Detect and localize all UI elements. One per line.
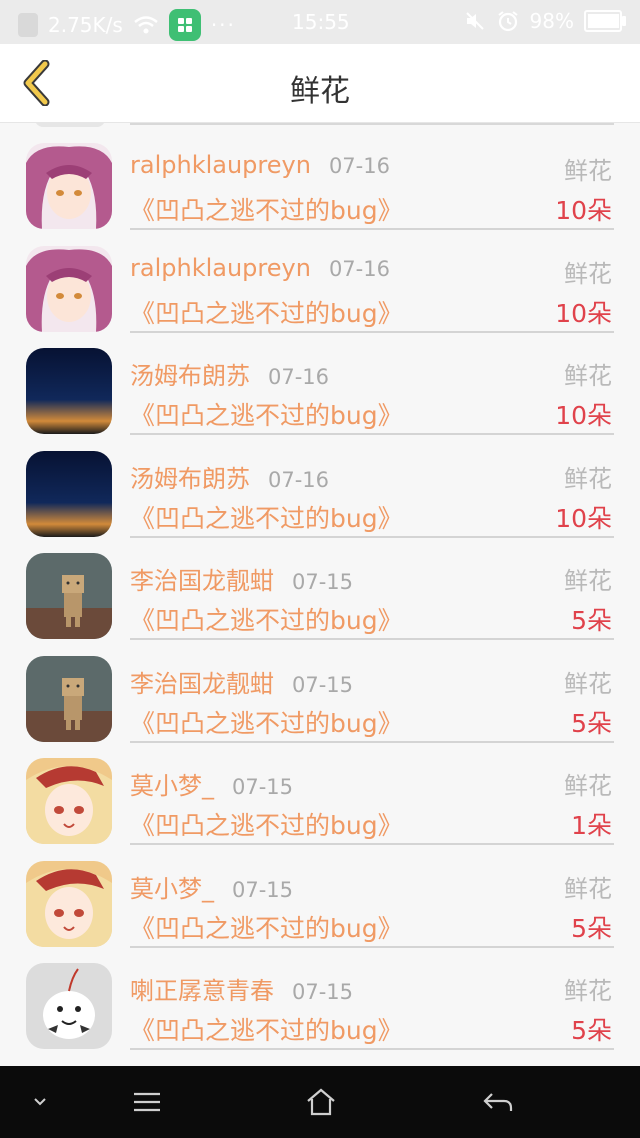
user-meta: ralphklaupreyn 07-16 bbox=[130, 254, 390, 282]
user-meta: 汤姆布朗苏 07-16 bbox=[130, 459, 329, 494]
flower-record-list[interactable]: ralphklaupreyn 07-16 鲜花 《凹凸之逃不过的bug》 10朵 … bbox=[0, 123, 640, 1066]
gift-count: 10朵 bbox=[555, 503, 612, 533]
battery-percent: 98% bbox=[529, 9, 574, 33]
user-avatar bbox=[26, 245, 112, 332]
list-item[interactable]: 李治国龙靓蚶 07-15 鲜花 《凹凸之逃不过的bug》 5朵 bbox=[0, 533, 640, 640]
menu-button[interactable] bbox=[127, 1084, 167, 1120]
user-meta: 李治国龙靓蚶 07-15 bbox=[130, 561, 353, 596]
username[interactable]: 莫小梦_ bbox=[130, 875, 214, 903]
gift-count: 5朵 bbox=[571, 606, 612, 635]
back-nav-button[interactable] bbox=[478, 1084, 518, 1120]
gift-count: 5朵 bbox=[571, 708, 612, 738]
gift-count: 5朵 bbox=[571, 913, 612, 943]
list-item[interactable]: 汤姆布朗苏 07-16 鲜花 《凹凸之逃不过的bug》 10朵 bbox=[0, 328, 640, 435]
gift-date: 07-15 bbox=[292, 570, 354, 594]
back-arrow-icon bbox=[483, 1093, 513, 1111]
user-meta: 莫小梦_ 07-15 bbox=[130, 869, 293, 904]
list-item[interactable]: 李治国龙靓蚶 07-15 鲜花 《凹凸之逃不过的bug》 5朵 bbox=[0, 636, 640, 743]
list-item[interactable]: ralphklaupreyn 07-16 鲜花 《凹凸之逃不过的bug》 10朵 bbox=[0, 123, 640, 230]
hide-nav-button[interactable] bbox=[20, 1084, 60, 1120]
book-title[interactable]: 《凹凸之逃不过的bug》 bbox=[130, 806, 403, 842]
user-avatar bbox=[26, 860, 112, 947]
user-meta: ralphklaupreyn 07-16 bbox=[130, 151, 390, 179]
app-notification-icon bbox=[168, 9, 201, 41]
network-speed: 2.75K/s bbox=[48, 13, 123, 37]
gift-type: 鲜花 bbox=[564, 259, 612, 288]
gift-date: 07-15 bbox=[292, 672, 354, 697]
user-meta: 汤姆布朗苏 07-16 bbox=[130, 356, 329, 391]
book-title[interactable]: 《凹凸之逃不过的bug》 bbox=[130, 704, 403, 740]
alarm-icon bbox=[497, 11, 518, 32]
status-bar: 2.75K/s ··· 15:55 98% bbox=[0, 0, 640, 44]
book-title[interactable]: 《凹凸之逃不过的bug》 bbox=[130, 191, 403, 227]
list-item[interactable]: 汤姆布朗苏 07-16 鲜花 《凹凸之逃不过的bug》 10朵 bbox=[0, 431, 640, 538]
user-avatar bbox=[26, 143, 112, 229]
mute-icon bbox=[465, 12, 484, 30]
user-meta: 喇正孱意青春 07-15 bbox=[130, 971, 353, 1006]
gift-count: 5朵 bbox=[571, 1016, 612, 1045]
book-title[interactable]: 《凹凸之逃不过的bug》 bbox=[130, 396, 403, 432]
username[interactable]: 喇正孱意青春 bbox=[130, 977, 274, 1005]
gift-date: 07-15 bbox=[292, 980, 354, 1004]
username[interactable]: 莫小梦_ bbox=[130, 772, 214, 800]
username[interactable]: 李治国龙靓蚶 bbox=[130, 670, 274, 698]
username[interactable]: 汤姆布朗苏 bbox=[130, 362, 250, 390]
gift-count: 10朵 bbox=[555, 196, 612, 225]
username[interactable]: 李治国龙靓蚶 bbox=[130, 567, 274, 595]
gift-type: 鲜花 bbox=[564, 362, 612, 390]
book-title[interactable]: 《凹凸之逃不过的bug》 bbox=[130, 1011, 403, 1047]
chevron-down-icon bbox=[34, 1098, 46, 1106]
sim-icon bbox=[18, 13, 38, 37]
user-meta: 莫小梦_ 07-15 bbox=[130, 766, 293, 801]
gift-type: 鲜花 bbox=[564, 157, 612, 185]
more-notifications-icon: ··· bbox=[210, 13, 236, 37]
page-title: 鲜花 bbox=[290, 74, 350, 109]
list-item[interactable]: 喇正孱意青春 07-15 鲜花 《凹凸之逃不过的bug》 5朵 bbox=[0, 943, 640, 1050]
gift-date: 07-15 bbox=[232, 877, 294, 902]
user-avatar bbox=[26, 553, 112, 639]
gift-date: 07-16 bbox=[268, 365, 330, 389]
gift-type: 鲜花 bbox=[564, 977, 612, 1005]
system-navigation-bar bbox=[0, 1066, 640, 1138]
gift-type: 鲜花 bbox=[564, 464, 612, 493]
home-button[interactable] bbox=[301, 1084, 341, 1120]
book-title[interactable]: 《凹凸之逃不过的bug》 bbox=[130, 294, 403, 330]
list-divider bbox=[130, 1048, 614, 1050]
status-time: 15:55 bbox=[292, 10, 350, 34]
app-header: 鲜花 bbox=[0, 44, 640, 123]
username[interactable]: ralphklaupreyn bbox=[130, 254, 311, 282]
username[interactable]: ralphklaupreyn bbox=[130, 151, 311, 179]
user-meta: 李治国龙靓蚶 07-15 bbox=[130, 664, 353, 699]
user-avatar bbox=[26, 450, 112, 537]
home-icon bbox=[307, 1088, 335, 1116]
list-item[interactable]: 莫小梦_ 07-15 鲜花 《凹凸之逃不过的bug》 1朵 bbox=[0, 738, 640, 845]
gift-count: 1朵 bbox=[571, 811, 612, 840]
battery-icon bbox=[584, 10, 626, 32]
book-title[interactable]: 《凹凸之逃不过的bug》 bbox=[130, 499, 403, 535]
gift-type: 鲜花 bbox=[564, 772, 612, 800]
menu-icon bbox=[134, 1092, 160, 1112]
status-bar-right: 98% bbox=[464, 9, 626, 33]
gift-count: 10朵 bbox=[555, 401, 612, 430]
status-bar-left: 2.75K/s ··· bbox=[18, 9, 236, 41]
user-avatar bbox=[26, 963, 112, 1049]
gift-type: 鲜花 bbox=[564, 874, 612, 903]
gift-type: 鲜花 bbox=[564, 669, 612, 698]
username[interactable]: 汤姆布朗苏 bbox=[130, 465, 250, 493]
user-avatar bbox=[26, 655, 112, 742]
wifi-icon bbox=[134, 16, 158, 34]
gift-count: 10朵 bbox=[555, 298, 612, 328]
list-item[interactable]: ralphklaupreyn 07-16 鲜花 《凹凸之逃不过的bug》 10朵 bbox=[0, 226, 640, 333]
gift-date: 07-16 bbox=[268, 467, 330, 492]
gift-type: 鲜花 bbox=[564, 567, 612, 595]
list-item[interactable]: 莫小梦_ 07-15 鲜花 《凹凸之逃不过的bug》 5朵 bbox=[0, 841, 640, 948]
book-title[interactable]: 《凹凸之逃不过的bug》 bbox=[130, 601, 403, 637]
user-avatar bbox=[26, 758, 112, 844]
user-avatar bbox=[26, 348, 112, 434]
book-title[interactable]: 《凹凸之逃不过的bug》 bbox=[130, 909, 403, 945]
gift-date: 07-16 bbox=[328, 256, 390, 281]
gift-date: 07-15 bbox=[232, 775, 294, 799]
gift-date: 07-16 bbox=[328, 154, 390, 178]
